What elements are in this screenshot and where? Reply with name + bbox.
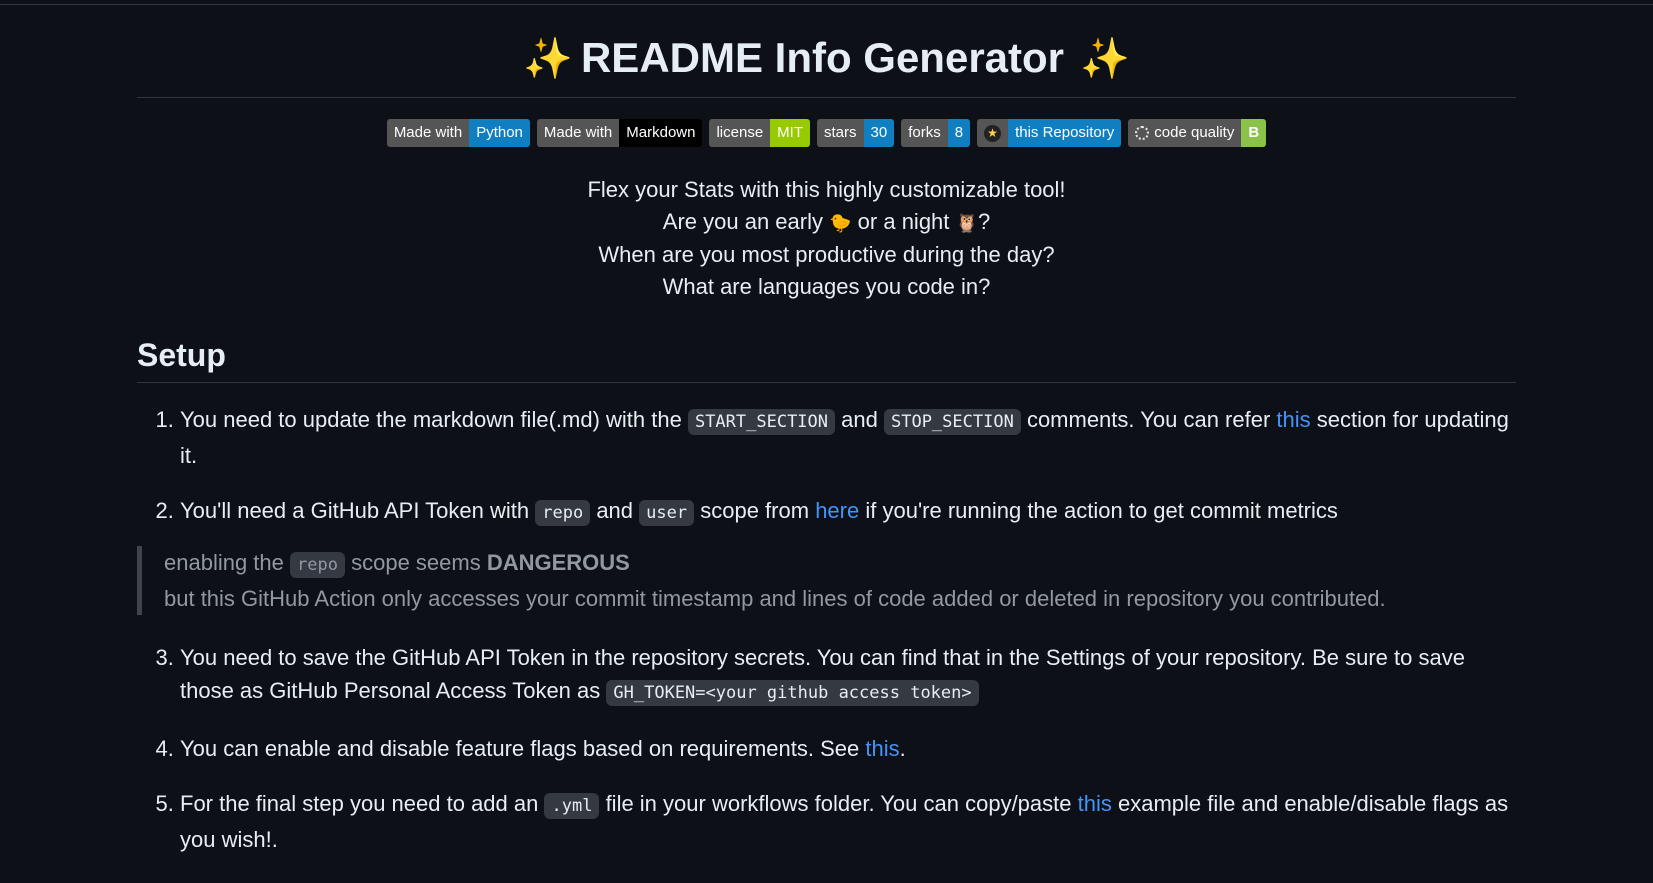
badge-value: 30: [863, 119, 895, 148]
token-link[interactable]: here: [815, 498, 859, 523]
badge-code-quality[interactable]: code quality B: [1128, 119, 1267, 148]
quote-line: but this GitHub Action only accesses you…: [164, 586, 1386, 612]
example-file-link[interactable]: this: [1078, 791, 1112, 816]
step-text: .: [899, 736, 906, 762]
inline-code: repo: [535, 500, 591, 527]
badge-label: license: [709, 119, 771, 148]
badge-row: Made with Python Made with Markdown lice…: [137, 119, 1516, 148]
badge-value: Python: [469, 119, 530, 148]
badge-value: 8: [947, 119, 971, 148]
setup-steps-continued: You need to save the GitHub API Token in…: [137, 641, 1516, 856]
sparkles-icon: ✨: [1080, 37, 1130, 81]
quote-text: scope seems: [351, 550, 481, 576]
feature-flags-link[interactable]: this: [865, 736, 899, 761]
inline-code: STOP_SECTION: [883, 409, 1021, 436]
section-link[interactable]: this: [1276, 407, 1310, 432]
setup-step: You'll need a GitHub API Token with repo…: [180, 494, 1516, 530]
badge-value: this Repository: [1008, 119, 1122, 148]
setup-step: For the final step you need to add an .y…: [180, 787, 1516, 856]
intro-line: Are you an early 🐤 or a night 🦉?: [137, 206, 1516, 239]
owl-icon: 🦉: [955, 213, 978, 234]
page-title-text: README Info Generator: [580, 34, 1065, 81]
inline-code: .yml: [544, 793, 600, 820]
badge-label-text: code quality: [1154, 124, 1235, 142]
badge-label: Made with: [536, 119, 620, 148]
star-icon: ★: [984, 124, 1002, 142]
setup-step: You can enable and disable feature flags…: [180, 732, 1516, 765]
setup-steps: You need to update the markdown file(.md…: [137, 403, 1516, 530]
quote-text: enabling the: [164, 550, 284, 576]
inline-code: GH_TOKEN=<your github access token>: [606, 680, 979, 707]
step-text: For the final step you need to add an: [180, 791, 539, 817]
intro-text: Flex your Stats with this highly customi…: [137, 174, 1516, 303]
step-text: You need to update the markdown file(.md…: [180, 407, 682, 433]
quote-line: enabling the repo scope seems DANGEROUS: [164, 546, 1516, 582]
inline-code: repo: [290, 552, 345, 579]
badge-label: forks: [901, 119, 948, 148]
intro-text-part: or a night: [857, 209, 950, 235]
ring-icon: [1135, 126, 1150, 141]
intro-text-part: ?: [977, 209, 991, 235]
step-text: if you're running the action to get comm…: [865, 498, 1338, 524]
step-text: You'll need a GitHub API Token with: [180, 498, 530, 524]
badge-label: stars: [817, 119, 864, 148]
badge-value: Markdown: [619, 119, 703, 148]
step-text: and: [841, 407, 878, 433]
step-text: scope from: [700, 498, 810, 524]
badge-made-with-python[interactable]: Made with Python: [386, 119, 530, 148]
readme-content: ✨ README Info Generator ✨ Made with Python…: [137, 5, 1516, 878]
intro-line: What are languages you code in?: [662, 274, 991, 300]
badge-made-with-markdown[interactable]: Made with Markdown: [536, 119, 703, 148]
badge-label: Made with: [386, 119, 470, 148]
badge-forks[interactable]: forks 8: [901, 119, 971, 148]
badge-value: MIT: [770, 119, 810, 148]
inline-code: START_SECTION: [687, 409, 836, 436]
badge-stars[interactable]: stars 30: [817, 119, 895, 148]
inline-code: user: [639, 500, 695, 527]
step-text: and: [596, 498, 634, 524]
step-text: comments. You can refer: [1026, 407, 1271, 433]
setup-step: You need to save the GitHub API Token in…: [180, 641, 1516, 710]
badge-star-repository[interactable]: ★ this Repository: [977, 119, 1122, 148]
intro-line: Flex your Stats with this highly customi…: [587, 177, 1066, 203]
page-title: ✨ README Info Generator ✨: [137, 5, 1516, 99]
intro-text-part: Are you an early: [662, 209, 823, 235]
step-text: You can enable and disable feature flags…: [180, 736, 860, 762]
badge-license[interactable]: license MIT: [709, 119, 810, 148]
setup-heading: Setup: [137, 337, 1516, 384]
badge-value: B: [1241, 119, 1267, 148]
warning-quote: enabling the repo scope seems DANGEROUS …: [137, 546, 1516, 616]
chick-icon: 🐤: [829, 213, 852, 234]
intro-line: When are you most productive during the …: [598, 242, 1055, 268]
step-text: file in your workflows folder. You can c…: [605, 791, 1072, 817]
sparkles-icon: ✨: [523, 37, 573, 81]
quote-emphasis: DANGEROUS: [486, 550, 630, 576]
setup-step: You need to update the markdown file(.md…: [180, 403, 1516, 472]
badge-label: code quality: [1128, 119, 1242, 148]
badge-label: ★: [977, 119, 1009, 148]
